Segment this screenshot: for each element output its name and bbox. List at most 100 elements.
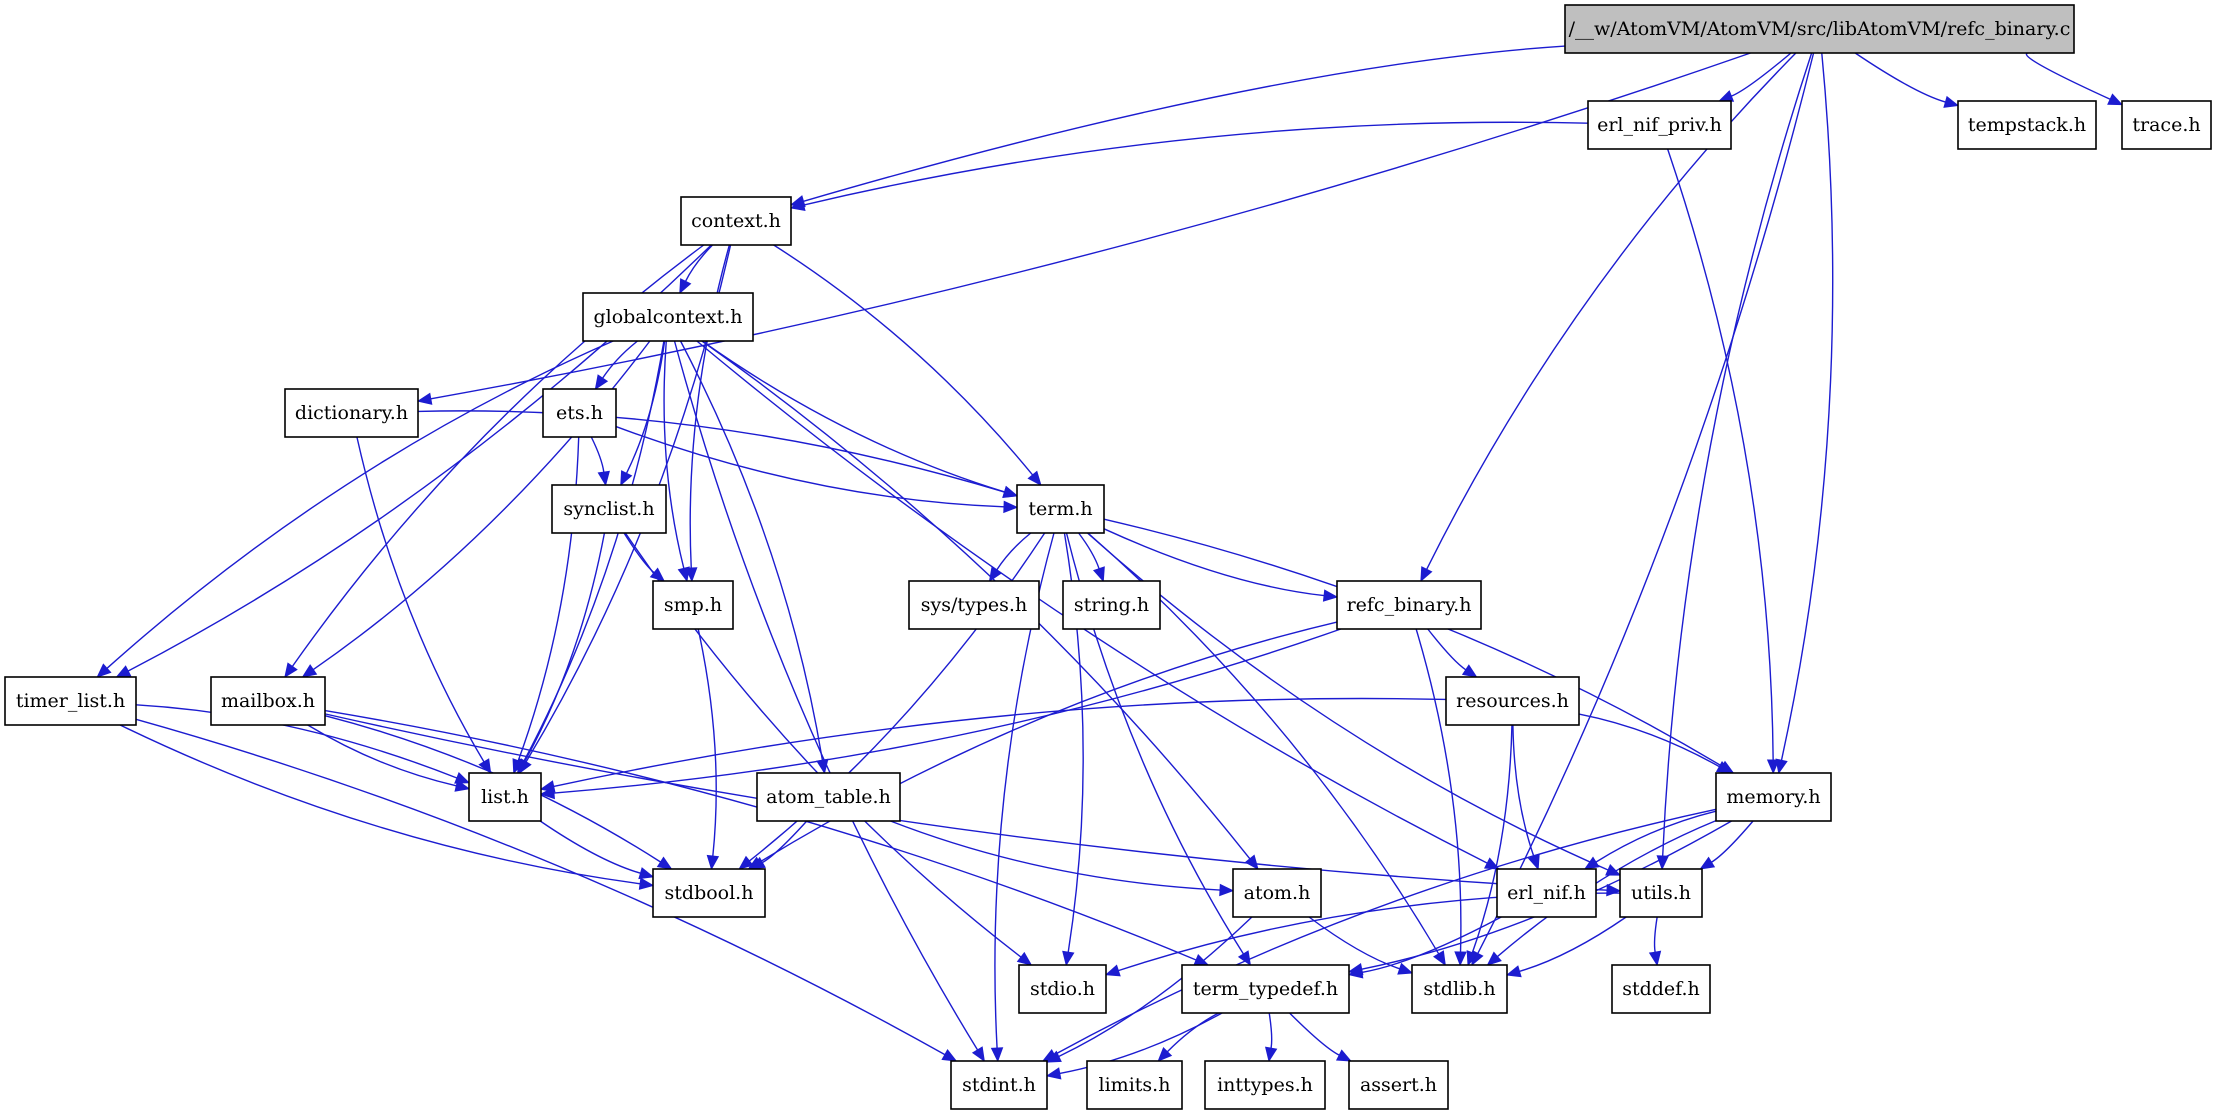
node-label: assert.h: [1360, 1074, 1437, 1096]
arrowhead-icon: [1397, 962, 1414, 975]
header-node-smp-h[interactable]: smp.h: [652, 580, 734, 630]
edge-line: [615, 425, 1005, 508]
header-node-erl-nif-priv-h[interactable]: erl_nif_priv.h: [1587, 100, 1732, 150]
node-label: stdbool.h: [665, 882, 754, 904]
header-node-atom-table-h[interactable]: atom_table.h: [756, 772, 901, 822]
node-label: synclist.h: [563, 498, 654, 520]
arrowhead-icon: [1433, 950, 1446, 967]
header-node-erl-nif-h[interactable]: erl_nif.h: [1496, 868, 1597, 918]
arrowhead-icon: [1322, 589, 1339, 602]
header-node-stdint-h[interactable]: stdint.h: [950, 1060, 1048, 1110]
header-node-stdlib-h[interactable]: stdlib.h: [1411, 964, 1508, 1014]
header-node-list-h[interactable]: list.h: [468, 772, 542, 822]
node-label: resources.h: [1456, 690, 1569, 712]
header-node-timer-list-h[interactable]: timer_list.h: [4, 676, 137, 726]
edge-utils_h-to-stddef_h: [1648, 916, 1662, 967]
edge-context_h-to-globalcontext_h: [679, 244, 713, 295]
header-node-term-h[interactable]: term.h: [1016, 484, 1105, 534]
arrowhead-icon: [656, 856, 673, 870]
edge-term_h-to-memory_h: [1103, 518, 1735, 774]
edge-context_h-to-term_h: [773, 244, 1042, 486]
node-label: stdint.h: [962, 1074, 1036, 1096]
edge-line: [1103, 518, 1723, 767]
arrowhead-icon: [1244, 854, 1259, 871]
edge-term_typedef_h-to-inttypes_h: [1264, 1012, 1278, 1063]
header-node-inttypes-h[interactable]: inttypes.h: [1204, 1060, 1326, 1110]
node-label: stdio.h: [1030, 978, 1095, 1000]
arrowhead-icon: [1264, 1046, 1278, 1063]
header-node-string-h[interactable]: string.h: [1062, 580, 1161, 630]
header-node-stdbool-h[interactable]: stdbool.h: [652, 868, 766, 918]
header-node-globalcontext-h[interactable]: globalcontext.h: [582, 292, 754, 342]
arrowhead-icon: [988, 566, 1003, 583]
edge-line: [1711, 820, 1754, 863]
node-label: smp.h: [664, 594, 722, 616]
node-label: refc_binary.h: [1347, 594, 1472, 616]
edge-resources_h-to-memory_h: [1578, 713, 1732, 774]
node-label: atom_table.h: [766, 786, 891, 808]
header-node-mailbox-h[interactable]: mailbox.h: [210, 676, 326, 726]
edge-line: [1653, 916, 1658, 953]
header-node-utils-h[interactable]: utils.h: [1619, 868, 1703, 918]
edge-term_h-to-string_h: [1078, 532, 1105, 583]
header-node-atom-h[interactable]: atom.h: [1232, 868, 1322, 918]
header-node-stddef-h[interactable]: stddef.h: [1611, 964, 1711, 1014]
edge-erl_nif_priv_h-to-context_h: [789, 121, 1589, 211]
header-node-term-typedef-h[interactable]: term_typedef.h: [1181, 964, 1350, 1014]
header-node-ets-h[interactable]: ets.h: [542, 388, 617, 438]
header-node-context-h[interactable]: context.h: [680, 196, 792, 246]
edge-globalcontext_h-to-stdint_h: [673, 340, 985, 1063]
node-label: /__w/AtomVM/AtomVM/src/libAtomVM/refc_bi…: [1569, 18, 2071, 40]
edge-timer_list_h-to-stdbool_h: [119, 724, 655, 890]
header-node-tempstack-h[interactable]: tempstack.h: [1957, 100, 2097, 150]
header-node-memory-h[interactable]: memory.h: [1715, 772, 1832, 822]
arrowhead-icon: [1104, 964, 1121, 977]
node-label: erl_nif.h: [1507, 882, 1586, 904]
header-node-trace-h[interactable]: trace.h: [2121, 100, 2212, 150]
header-node-assert-h[interactable]: assert.h: [1348, 1060, 1449, 1110]
node-label: sys/types.h: [921, 594, 1027, 616]
edge-utils_h-to-stdlib_h: [1505, 916, 1627, 978]
arrowhead-icon: [2107, 93, 2124, 106]
header-node-stdio-h[interactable]: stdio.h: [1018, 964, 1107, 1014]
edge-line: [1289, 1012, 1340, 1056]
edge-mailbox_h-to-term_typedef_h: [324, 709, 1210, 966]
arrowhead-icon: [1718, 90, 1735, 102]
edge-atom_table_h-to-atom_h: [890, 820, 1235, 897]
edge-line: [417, 410, 1005, 493]
edge-refc_binary_c-to-trace_h: [2025, 52, 2124, 106]
edge-line: [1661, 52, 1813, 857]
node-label: stdlib.h: [1423, 978, 1495, 1000]
node-label: timer_list.h: [16, 690, 125, 712]
edge-line: [663, 340, 685, 569]
header-node-sys-types-h[interactable]: sys/types.h: [908, 580, 1040, 630]
node-label: term.h: [1028, 498, 1092, 520]
arrowhead-icon: [1583, 856, 1600, 870]
edge-line: [553, 697, 1447, 788]
arrowhead-icon: [638, 877, 655, 890]
arrowhead-icon: [679, 278, 692, 295]
header-node-synclist-h[interactable]: synclist.h: [551, 484, 667, 534]
edges-layer: [96, 45, 2124, 1080]
edge-line: [1268, 1012, 1273, 1049]
node-label: atom.h: [1244, 882, 1311, 904]
header-node-dictionary-h[interactable]: dictionary.h: [284, 388, 419, 438]
arrowhead-icon: [990, 1047, 1004, 1063]
edge-line: [119, 724, 641, 885]
root-file-node[interactable]: /__w/AtomVM/AtomVM/src/libAtomVM/refc_bi…: [1564, 4, 2075, 54]
header-node-limits-h[interactable]: limits.h: [1086, 1060, 1183, 1110]
header-node-resources-h[interactable]: resources.h: [1445, 676, 1580, 726]
arrowhead-icon: [1335, 1049, 1352, 1062]
arrowhead-icon: [1461, 664, 1478, 678]
node-label: limits.h: [1099, 1074, 1171, 1096]
edge-line: [1308, 916, 1400, 970]
edge-line: [803, 45, 1566, 202]
arrowhead-icon: [677, 566, 690, 583]
node-label: mailbox.h: [221, 690, 315, 712]
node-label: erl_nif_priv.h: [1597, 114, 1722, 136]
edge-refc_binary_c-to-memory_h: [1775, 52, 1834, 775]
edge-line: [759, 621, 1338, 863]
header-node-refc-binary-h[interactable]: refc_binary.h: [1336, 580, 1482, 630]
edge-line: [1471, 724, 1513, 953]
edge-line: [356, 436, 485, 763]
